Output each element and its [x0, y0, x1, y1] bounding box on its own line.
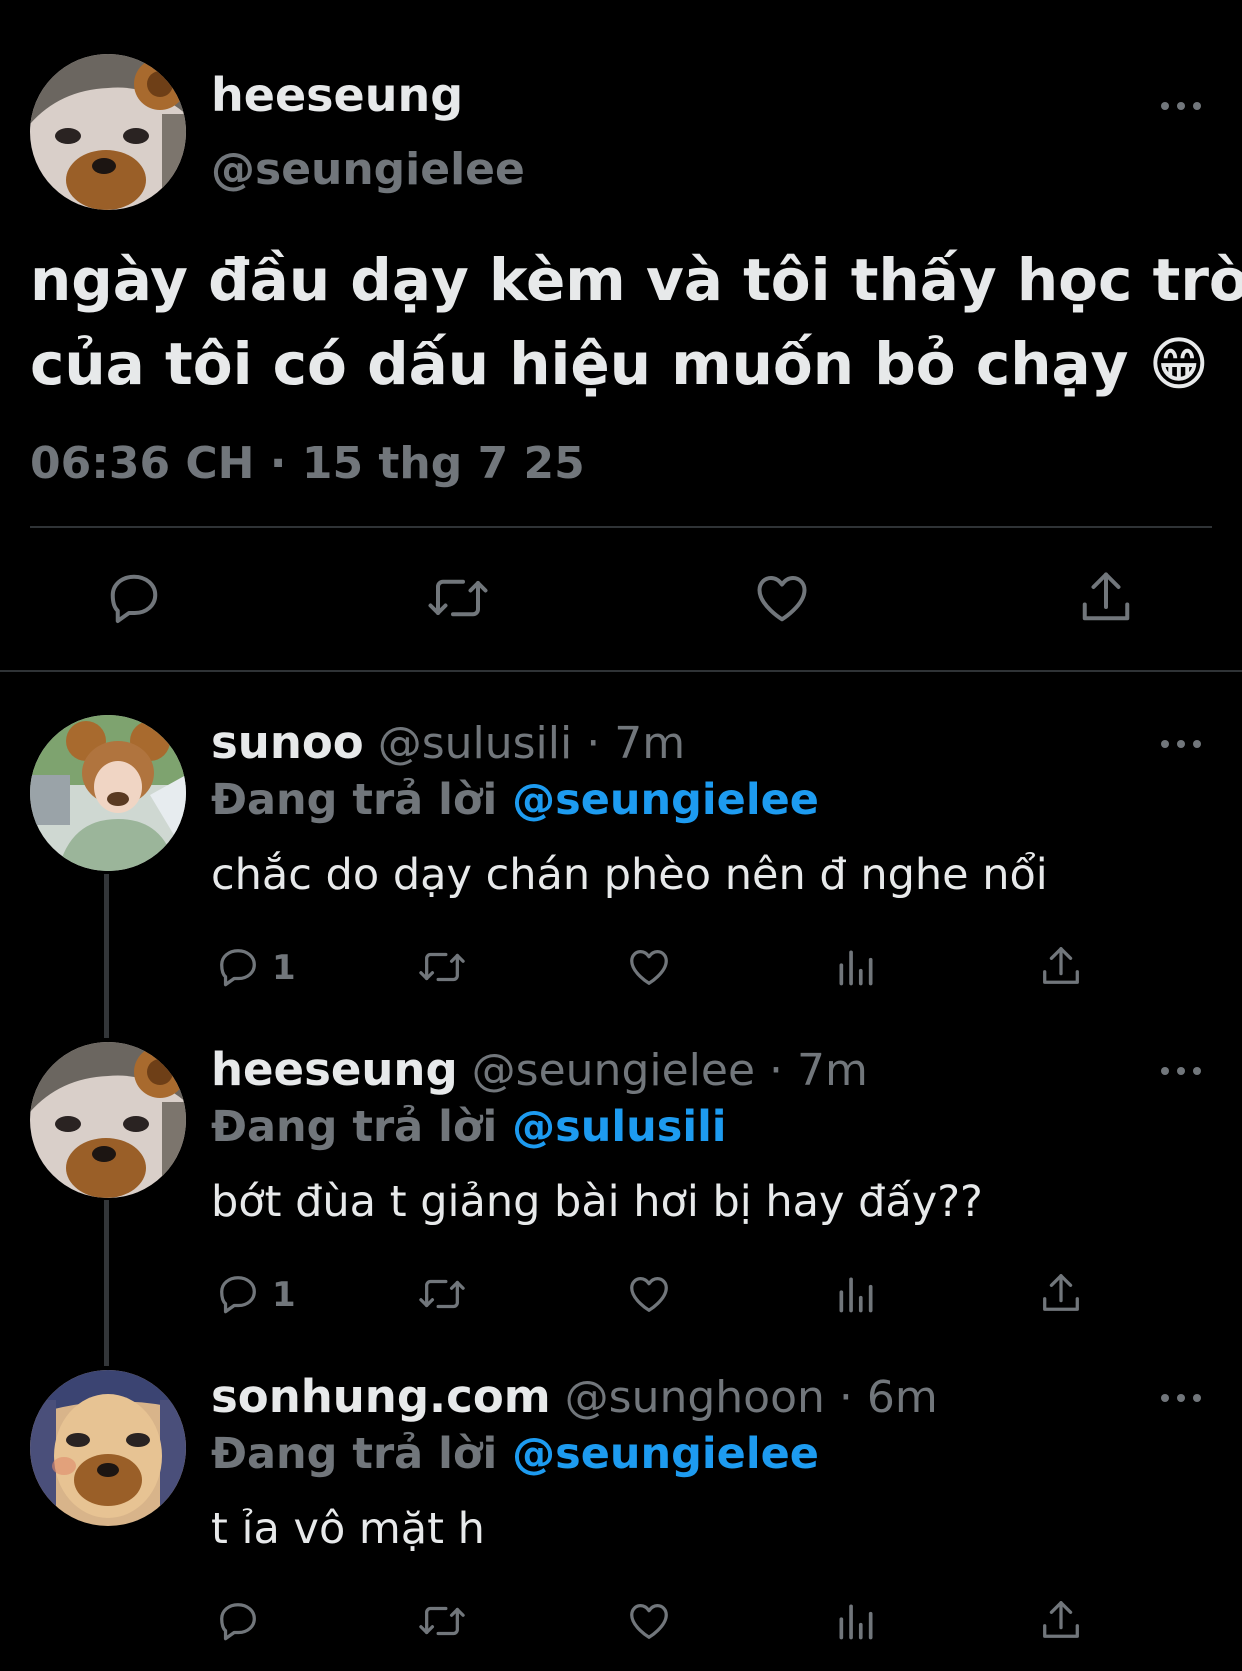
replying-to: Đang trả lời @seungielee — [211, 775, 819, 825]
replying-label: Đang trả lời — [211, 1102, 498, 1152]
section-divider — [0, 670, 1242, 672]
replying-to-link[interactable]: @sulusili — [512, 1102, 726, 1152]
heart-icon — [630, 1277, 668, 1312]
heart-icon — [630, 950, 668, 985]
more-options-button[interactable] — [1161, 1388, 1201, 1408]
share-icon — [1043, 1274, 1079, 1311]
more-icon — [1161, 102, 1169, 110]
like-button[interactable] — [752, 568, 812, 628]
reply-header: sunoo @sulusili · 7m — [211, 716, 685, 769]
tweet-text-line1: ngày đầu dạy kèm và tôi thấy học trò — [30, 246, 1242, 314]
analytics-icon — [839, 950, 873, 986]
replying-label: Đang trả lời — [211, 775, 498, 825]
reply-time[interactable]: · 7m — [586, 718, 685, 769]
tweet-text-line2: của tôi có dấu hiệu muốn bỏ chạy — [30, 330, 1129, 398]
more-icon — [1161, 1394, 1169, 1402]
replying-to: Đang trả lời @seungielee — [211, 1429, 819, 1479]
reply-text: bớt đùa t giảng bài hơi bị hay đấy?? — [211, 1177, 983, 1227]
retweet-icon — [419, 952, 465, 982]
more-options-button[interactable] — [1161, 96, 1201, 116]
retweet-icon — [428, 579, 488, 617]
reply-button[interactable] — [215, 1598, 261, 1644]
reply-handle[interactable]: @sulusili — [378, 718, 573, 769]
heart-icon — [630, 1604, 668, 1639]
avatar-heeseung[interactable] — [30, 54, 186, 210]
reply-header: heeseung @seungielee · 7m — [211, 1043, 868, 1096]
reply-display-name[interactable]: heeseung — [211, 1043, 458, 1096]
analytics-button[interactable] — [834, 944, 878, 990]
thread-line — [104, 1200, 109, 1366]
grin-emoji: 😁 — [1148, 330, 1210, 398]
reply-button[interactable] — [215, 1271, 261, 1317]
comment-icon — [220, 1603, 256, 1641]
reply-time[interactable]: · 7m — [769, 1045, 868, 1096]
avatar-sonhung[interactable] — [30, 1370, 186, 1526]
more-options-button[interactable] — [1161, 734, 1201, 754]
analytics-button[interactable] — [834, 1598, 878, 1644]
comment-icon — [220, 1276, 256, 1314]
more-icon — [1161, 1067, 1169, 1075]
share-button[interactable] — [1038, 1269, 1084, 1317]
share-button[interactable] — [1038, 942, 1084, 990]
reply-display-name[interactable]: sunoo — [211, 716, 364, 769]
retweet-button[interactable] — [415, 944, 469, 990]
replying-to-link[interactable]: @seungielee — [512, 1429, 819, 1479]
analytics-button[interactable] — [834, 1271, 878, 1317]
retweet-icon — [419, 1606, 465, 1636]
reply-header: sonhung.com @sunghoon · 6m — [211, 1370, 938, 1423]
reply-text: chắc do dạy chán phèo nên đ nghe nổi — [211, 850, 1048, 900]
retweet-button[interactable] — [424, 568, 492, 628]
more-options-button[interactable] — [1161, 1061, 1201, 1081]
comment-icon — [110, 574, 158, 623]
reply-text: t ỉa vô mặt h — [211, 1504, 485, 1554]
like-button[interactable] — [626, 1598, 672, 1644]
avatar-heeseung[interactable] — [30, 1042, 186, 1198]
retweet-button[interactable] — [415, 1598, 469, 1644]
share-icon — [1043, 1601, 1079, 1638]
tweet-timestamp[interactable]: 06:36 CH · 15 thg 7 25 — [30, 438, 585, 489]
analytics-icon — [839, 1277, 873, 1313]
share-button[interactable] — [1076, 566, 1136, 628]
tweet-text: ngày đầu dạy kèm và tôi thấy học trò của… — [30, 238, 1242, 406]
tweet-divider — [30, 526, 1212, 528]
author-handle[interactable]: @seungielee — [211, 144, 525, 195]
analytics-icon — [839, 1604, 873, 1640]
retweet-button[interactable] — [415, 1271, 469, 1317]
retweet-icon — [419, 1279, 465, 1309]
share-icon — [1082, 572, 1130, 621]
reply-count: 1 — [272, 1275, 296, 1315]
reply-button[interactable] — [104, 568, 164, 628]
avatar-sunoo[interactable] — [30, 715, 186, 871]
reply-handle[interactable]: @sunghoon — [565, 1372, 825, 1423]
share-button[interactable] — [1038, 1596, 1084, 1644]
like-button[interactable] — [626, 944, 672, 990]
share-icon — [1043, 947, 1079, 984]
comment-icon — [220, 949, 256, 987]
like-button[interactable] — [626, 1271, 672, 1317]
reply-handle[interactable]: @seungielee — [472, 1045, 755, 1096]
reply-time[interactable]: · 6m — [839, 1372, 938, 1423]
thread-line — [104, 874, 109, 1038]
replying-label: Đang trả lời — [211, 1429, 498, 1479]
replying-to: Đang trả lời @sulusili — [211, 1102, 727, 1152]
reply-count: 1 — [272, 948, 296, 988]
reply-display-name[interactable]: sonhung.com — [211, 1370, 551, 1423]
heart-icon — [757, 576, 807, 622]
author-display-name[interactable]: heeseung — [211, 68, 463, 122]
reply-button[interactable] — [215, 944, 261, 990]
replying-to-link[interactable]: @seungielee — [512, 775, 819, 825]
more-icon — [1161, 740, 1169, 748]
